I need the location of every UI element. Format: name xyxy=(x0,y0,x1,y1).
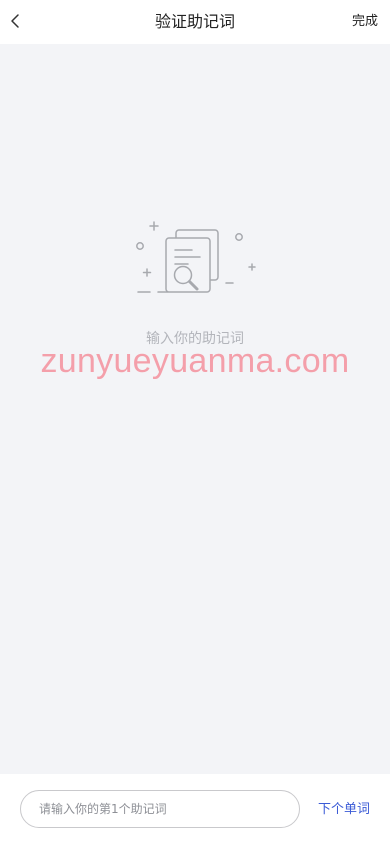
verify-mnemonic-page: 验证助记词 完成 输入你的助记词 zunyueyuanma.com 请输入你的第… xyxy=(0,0,390,844)
watermark-text: zunyueyuanma.com xyxy=(40,342,350,380)
mnemonic-word-input[interactable] xyxy=(20,790,300,828)
next-word-button[interactable]: 下个单词 xyxy=(318,802,370,818)
nav-header: 验证助记词 完成 xyxy=(0,0,390,44)
mnemonic-input-bar: 下个单词 xyxy=(0,774,390,844)
done-button[interactable]: 完成 xyxy=(352,14,378,30)
page-title: 验证助记词 xyxy=(154,12,235,31)
document-search-icon xyxy=(130,218,260,300)
